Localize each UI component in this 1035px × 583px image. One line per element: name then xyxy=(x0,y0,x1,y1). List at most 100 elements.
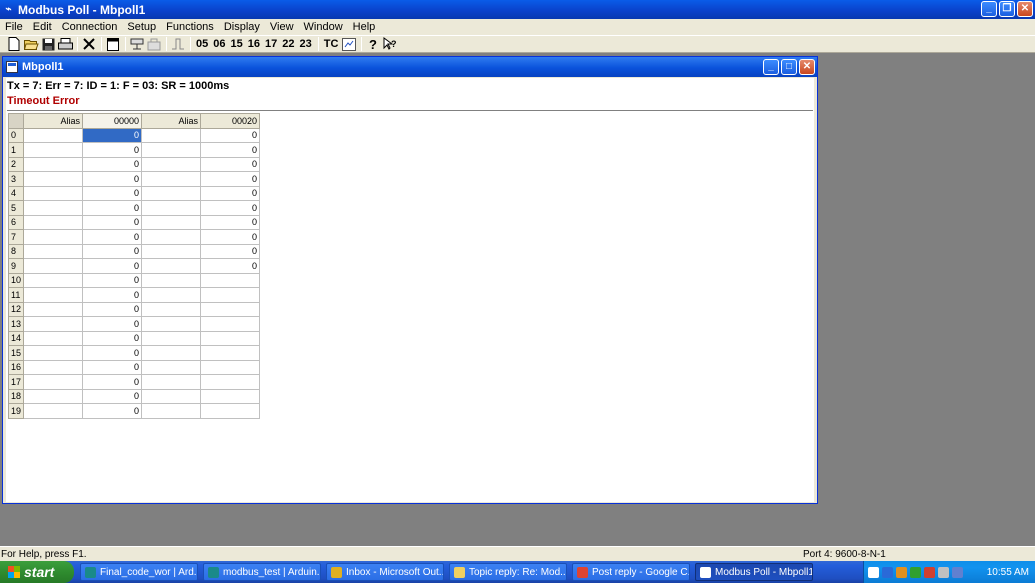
value-cell[interactable]: 0 xyxy=(200,127,261,143)
child-minimize-button[interactable]: _ xyxy=(763,59,779,75)
bluetooth-tray-icon[interactable] xyxy=(882,566,893,578)
alias-cell[interactable] xyxy=(141,156,202,172)
taskbar-button[interactable]: Post reply - Google C... xyxy=(572,563,690,581)
value-cell[interactable]: 0 xyxy=(82,185,143,201)
help-icon[interactable]: ? xyxy=(365,36,381,52)
taskbar-button[interactable]: Inbox - Microsoft Out... xyxy=(326,563,444,581)
alias-cell[interactable] xyxy=(141,258,202,274)
taskbar-button[interactable]: modbus_test | Arduin... xyxy=(203,563,321,581)
menu-edit[interactable]: Edit xyxy=(28,21,57,33)
value-cell[interactable] xyxy=(200,388,261,404)
menu-file[interactable]: File xyxy=(0,21,28,33)
alias-cell[interactable] xyxy=(23,272,84,288)
value-cell[interactable]: 0 xyxy=(82,258,143,274)
network-tray-icon[interactable] xyxy=(896,566,907,578)
alias-cell[interactable] xyxy=(23,243,84,259)
value-cell[interactable]: 0 xyxy=(200,171,261,187)
fc-17-button[interactable]: 17 xyxy=(263,36,279,52)
title-bar[interactable]: ⌁ Modbus Poll - Mbpoll1 _ ❐ ✕ xyxy=(0,0,1035,19)
alias-cell[interactable] xyxy=(141,301,202,317)
security-tray-icon[interactable] xyxy=(910,566,921,578)
alias-cell[interactable] xyxy=(141,330,202,346)
value-cell[interactable]: 0 xyxy=(82,214,143,230)
menu-help[interactable]: Help xyxy=(348,21,381,33)
alias-cell[interactable] xyxy=(141,229,202,245)
value-cell[interactable] xyxy=(200,403,261,419)
value-cell[interactable] xyxy=(200,301,261,317)
value-cell[interactable]: 0 xyxy=(82,287,143,303)
alias-cell[interactable] xyxy=(141,316,202,332)
open-icon[interactable] xyxy=(23,36,39,52)
alias-cell[interactable] xyxy=(141,142,202,158)
close-button[interactable]: ✕ xyxy=(1017,1,1033,17)
child-maximize-button[interactable]: □ xyxy=(781,59,797,75)
fc-06-button[interactable]: 06 xyxy=(211,36,227,52)
alias-cell[interactable] xyxy=(23,301,84,317)
new-icon[interactable] xyxy=(6,36,22,52)
alias-cell[interactable] xyxy=(141,200,202,216)
monitor-icon[interactable] xyxy=(341,36,357,52)
update-tray-icon[interactable] xyxy=(924,566,935,578)
tc-button[interactable]: TC xyxy=(322,36,341,52)
clock[interactable]: 10:55 AM xyxy=(987,567,1029,578)
alias-cell[interactable] xyxy=(23,330,84,346)
value-cell[interactable]: 0 xyxy=(200,229,261,245)
value-cell[interactable] xyxy=(200,287,261,303)
column-header-address[interactable]: 00020 xyxy=(200,113,261,129)
value-cell[interactable]: 0 xyxy=(82,374,143,390)
taskbar-button[interactable]: Final_code_wor | Ard... xyxy=(80,563,198,581)
alias-cell[interactable] xyxy=(23,359,84,375)
alias-cell[interactable] xyxy=(141,403,202,419)
fc-16-button[interactable]: 16 xyxy=(246,36,262,52)
alias-cell[interactable] xyxy=(23,156,84,172)
child-window[interactable]: Mbpoll1 _ □ ✕ Tx = 7: Err = 7: ID = 1: F… xyxy=(2,56,818,504)
value-cell[interactable]: 0 xyxy=(82,200,143,216)
connect-icon[interactable] xyxy=(129,36,145,52)
print-icon[interactable] xyxy=(57,36,73,52)
alias-cell[interactable] xyxy=(141,127,202,143)
value-cell[interactable]: 0 xyxy=(200,214,261,230)
alias-cell[interactable] xyxy=(141,171,202,187)
alias-cell[interactable] xyxy=(23,374,84,390)
column-header-alias[interactable]: Alias xyxy=(141,113,202,129)
alias-cell[interactable] xyxy=(23,185,84,201)
menu-connection[interactable]: Connection xyxy=(57,21,123,33)
value-cell[interactable]: 0 xyxy=(200,185,261,201)
alias-cell[interactable] xyxy=(141,243,202,259)
alias-cell[interactable] xyxy=(141,374,202,390)
value-cell[interactable] xyxy=(200,316,261,332)
value-cell[interactable]: 0 xyxy=(200,142,261,158)
value-cell[interactable]: 0 xyxy=(82,171,143,187)
disconnect-icon[interactable] xyxy=(146,36,162,52)
value-cell[interactable]: 0 xyxy=(82,403,143,419)
taskbar-button[interactable]: Topic reply: Re: Mod... xyxy=(449,563,567,581)
value-cell[interactable]: 0 xyxy=(82,345,143,361)
fc-05-button[interactable]: 05 xyxy=(194,36,210,52)
menu-functions[interactable]: Functions xyxy=(161,21,219,33)
alias-cell[interactable] xyxy=(141,359,202,375)
menu-setup[interactable]: Setup xyxy=(122,21,161,33)
value-cell[interactable]: 0 xyxy=(82,127,143,143)
alias-cell[interactable] xyxy=(23,171,84,187)
menu-view[interactable]: View xyxy=(265,21,299,33)
column-header-alias[interactable]: Alias xyxy=(23,113,84,129)
value-cell[interactable]: 0 xyxy=(82,229,143,245)
value-cell[interactable] xyxy=(200,374,261,390)
value-cell[interactable] xyxy=(200,330,261,346)
alias-cell[interactable] xyxy=(23,316,84,332)
alias-cell[interactable] xyxy=(141,388,202,404)
value-cell[interactable]: 0 xyxy=(200,200,261,216)
fc-15-button[interactable]: 15 xyxy=(229,36,245,52)
value-cell[interactable]: 0 xyxy=(82,359,143,375)
taskbar-button[interactable]: Modbus Poll - Mbpoll1 xyxy=(695,563,813,581)
value-cell[interactable] xyxy=(200,359,261,375)
value-cell[interactable]: 0 xyxy=(82,316,143,332)
value-cell[interactable]: 0 xyxy=(82,388,143,404)
alias-cell[interactable] xyxy=(23,200,84,216)
alias-cell[interactable] xyxy=(23,388,84,404)
value-cell[interactable]: 0 xyxy=(200,243,261,259)
context-help-icon[interactable]: ? xyxy=(382,36,398,52)
start-button[interactable]: start xyxy=(0,561,74,583)
value-cell[interactable]: 0 xyxy=(82,301,143,317)
value-cell[interactable] xyxy=(200,345,261,361)
